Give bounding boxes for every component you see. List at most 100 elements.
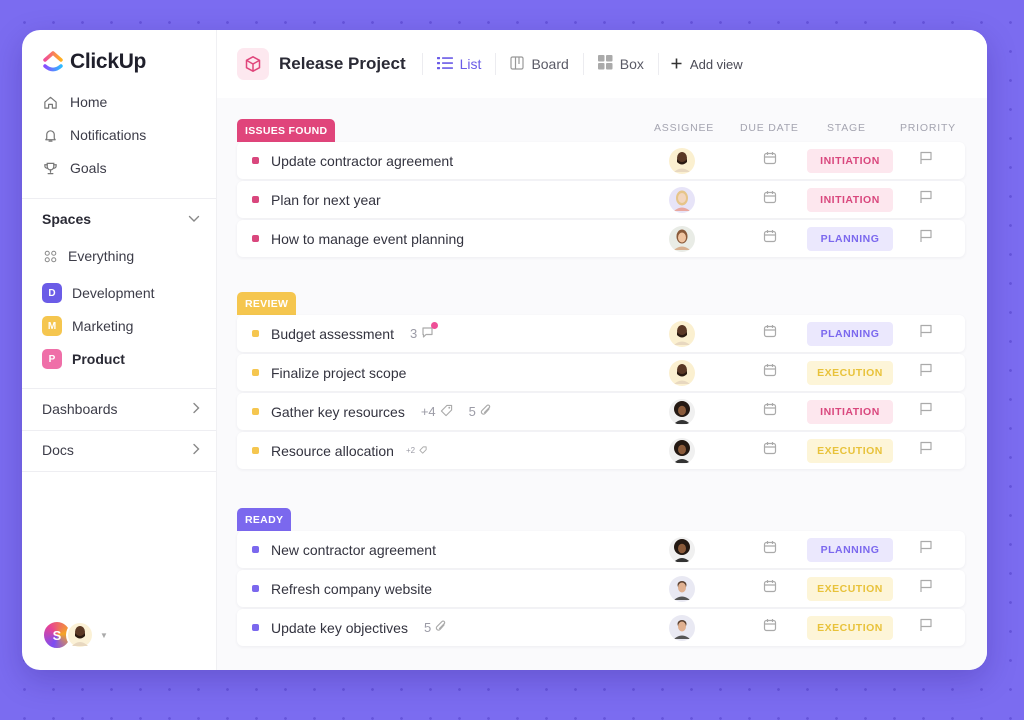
task-name[interactable]: Update key objectives	[271, 620, 408, 636]
grid-dots-icon	[42, 248, 58, 264]
stage-badge[interactable]: INITIATION	[807, 148, 893, 173]
space-badge: P	[42, 349, 62, 369]
stage-badge[interactable]: INITIATION	[807, 187, 893, 212]
flag-icon[interactable]	[919, 402, 933, 421]
assignee-avatar[interactable]	[669, 320, 695, 347]
user-menu[interactable]: S ▼	[42, 620, 108, 650]
task-name[interactable]: New contractor agreement	[271, 542, 436, 558]
sidebar: ClickUp Home Notifications Goals Spaces	[22, 30, 217, 670]
calendar-icon[interactable]	[763, 151, 777, 170]
calendar-icon[interactable]	[763, 618, 777, 637]
tag-count[interactable]: +4	[421, 404, 453, 420]
flag-icon[interactable]	[919, 229, 933, 248]
trophy-icon	[42, 160, 58, 176]
sidebar-space-development[interactable]: D Development	[42, 283, 155, 303]
group-label[interactable]: READY	[237, 508, 292, 531]
attachment-count[interactable]: 5	[469, 403, 492, 420]
sidebar-item-label: Goals	[70, 160, 107, 176]
task-name[interactable]: Gather key resources	[271, 404, 405, 420]
table-row[interactable]: New contractor agreement PLANNING	[237, 531, 965, 568]
tag-count[interactable]: +2	[406, 445, 427, 456]
task-name[interactable]: Plan for next year	[271, 192, 381, 208]
status-dot	[252, 157, 259, 164]
assignee-avatar[interactable]	[669, 536, 695, 563]
tab-list[interactable]: List	[421, 53, 496, 75]
chevron-right-icon	[192, 401, 200, 417]
task-name[interactable]: Update contractor agreement	[271, 153, 453, 169]
tag-count-value: +4	[420, 404, 436, 419]
stage-badge[interactable]: EXECUTION	[807, 576, 893, 601]
assignee-avatar[interactable]	[669, 186, 695, 213]
sidebar-item-notifications[interactable]: Notifications	[42, 127, 146, 143]
add-view-button[interactable]: Add view	[657, 53, 743, 75]
table-row[interactable]: Refresh company website EXECUTION	[237, 570, 965, 607]
assignee-avatar[interactable]	[669, 614, 695, 641]
calendar-icon[interactable]	[763, 229, 777, 248]
stage-badge[interactable]: EXECUTION	[807, 615, 893, 640]
task-name[interactable]: Resource allocation	[271, 443, 394, 459]
attachment-count[interactable]: 5	[424, 619, 447, 636]
sidebar-item-everything[interactable]: Everything	[42, 248, 134, 264]
clickup-logo[interactable]: ClickUp	[42, 50, 146, 74]
task-name[interactable]: How to manage event planning	[271, 231, 464, 247]
add-view-label: Add view	[689, 56, 743, 72]
task-name[interactable]: Finalize project scope	[271, 365, 406, 381]
assignee-avatar[interactable]	[669, 437, 695, 464]
calendar-icon[interactable]	[763, 363, 777, 382]
assignee-avatar[interactable]	[669, 147, 695, 174]
flag-icon[interactable]	[919, 363, 933, 382]
flag-icon[interactable]	[919, 324, 933, 343]
space-badge: D	[42, 283, 62, 303]
stage-badge[interactable]: INITIATION	[807, 399, 893, 424]
stage-badge[interactable]: PLANNING	[807, 226, 893, 251]
comment-count[interactable]: 3	[410, 322, 439, 342]
group-label[interactable]: REVIEW	[237, 292, 297, 315]
sidebar-item-goals[interactable]: Goals	[42, 160, 107, 176]
table-row[interactable]: Update contractor agreement INITIATION	[237, 142, 965, 179]
tab-box[interactable]: Box	[582, 53, 658, 75]
flag-icon[interactable]	[919, 540, 933, 559]
table-row[interactable]: Gather key resources +4 5 INITIATION	[237, 393, 965, 430]
chevron-right-icon	[192, 442, 200, 458]
calendar-icon[interactable]	[763, 579, 777, 598]
table-row[interactable]: Plan for next year INITIATION	[237, 181, 965, 218]
task-name[interactable]: Refresh company website	[271, 581, 432, 597]
status-dot	[252, 196, 259, 203]
flag-icon[interactable]	[919, 618, 933, 637]
stage-badge[interactable]: PLANNING	[807, 321, 893, 346]
table-row[interactable]: Budget assessment 3 PLANNING	[237, 315, 965, 352]
flag-icon[interactable]	[919, 190, 933, 209]
calendar-icon[interactable]	[763, 190, 777, 209]
chevron-down-icon[interactable]	[188, 210, 200, 228]
sidebar-item-docs[interactable]: Docs	[42, 442, 200, 458]
assignee-avatar[interactable]	[669, 398, 695, 425]
flag-icon[interactable]	[919, 441, 933, 460]
table-row[interactable]: Resource allocation +2 EXECUTION	[237, 432, 965, 469]
stage-badge[interactable]: PLANNING	[807, 537, 893, 562]
main-content: Release Project List Board Box Add view …	[217, 30, 987, 670]
sidebar-space-marketing[interactable]: M Marketing	[42, 316, 133, 336]
assignee-avatar[interactable]	[669, 359, 695, 386]
assignee-avatar[interactable]	[669, 575, 695, 602]
assignee-avatar[interactable]	[669, 225, 695, 252]
group-label[interactable]: ISSUES FOUND	[237, 119, 336, 142]
calendar-icon[interactable]	[763, 441, 777, 460]
spaces-section-header[interactable]: Spaces	[42, 210, 200, 228]
tab-board[interactable]: Board	[495, 53, 582, 75]
flag-icon[interactable]	[919, 579, 933, 598]
calendar-icon[interactable]	[763, 402, 777, 421]
task-name[interactable]: Budget assessment	[271, 326, 394, 342]
calendar-icon[interactable]	[763, 540, 777, 559]
status-dot	[252, 447, 259, 454]
calendar-icon[interactable]	[763, 324, 777, 343]
flag-icon[interactable]	[919, 151, 933, 170]
stage-badge[interactable]: EXECUTION	[807, 438, 893, 463]
table-row[interactable]: Update key objectives 5 EXECUTION	[237, 609, 965, 646]
table-row[interactable]: Finalize project scope EXECUTION	[237, 354, 965, 391]
sidebar-space-product[interactable]: P Product	[42, 349, 125, 369]
sidebar-item-dashboards[interactable]: Dashboards	[42, 401, 200, 417]
sidebar-item-home[interactable]: Home	[42, 94, 107, 110]
tag-icon	[440, 404, 453, 420]
stage-badge[interactable]: EXECUTION	[807, 360, 893, 385]
table-row[interactable]: How to manage event planning PLANNING	[237, 220, 965, 257]
